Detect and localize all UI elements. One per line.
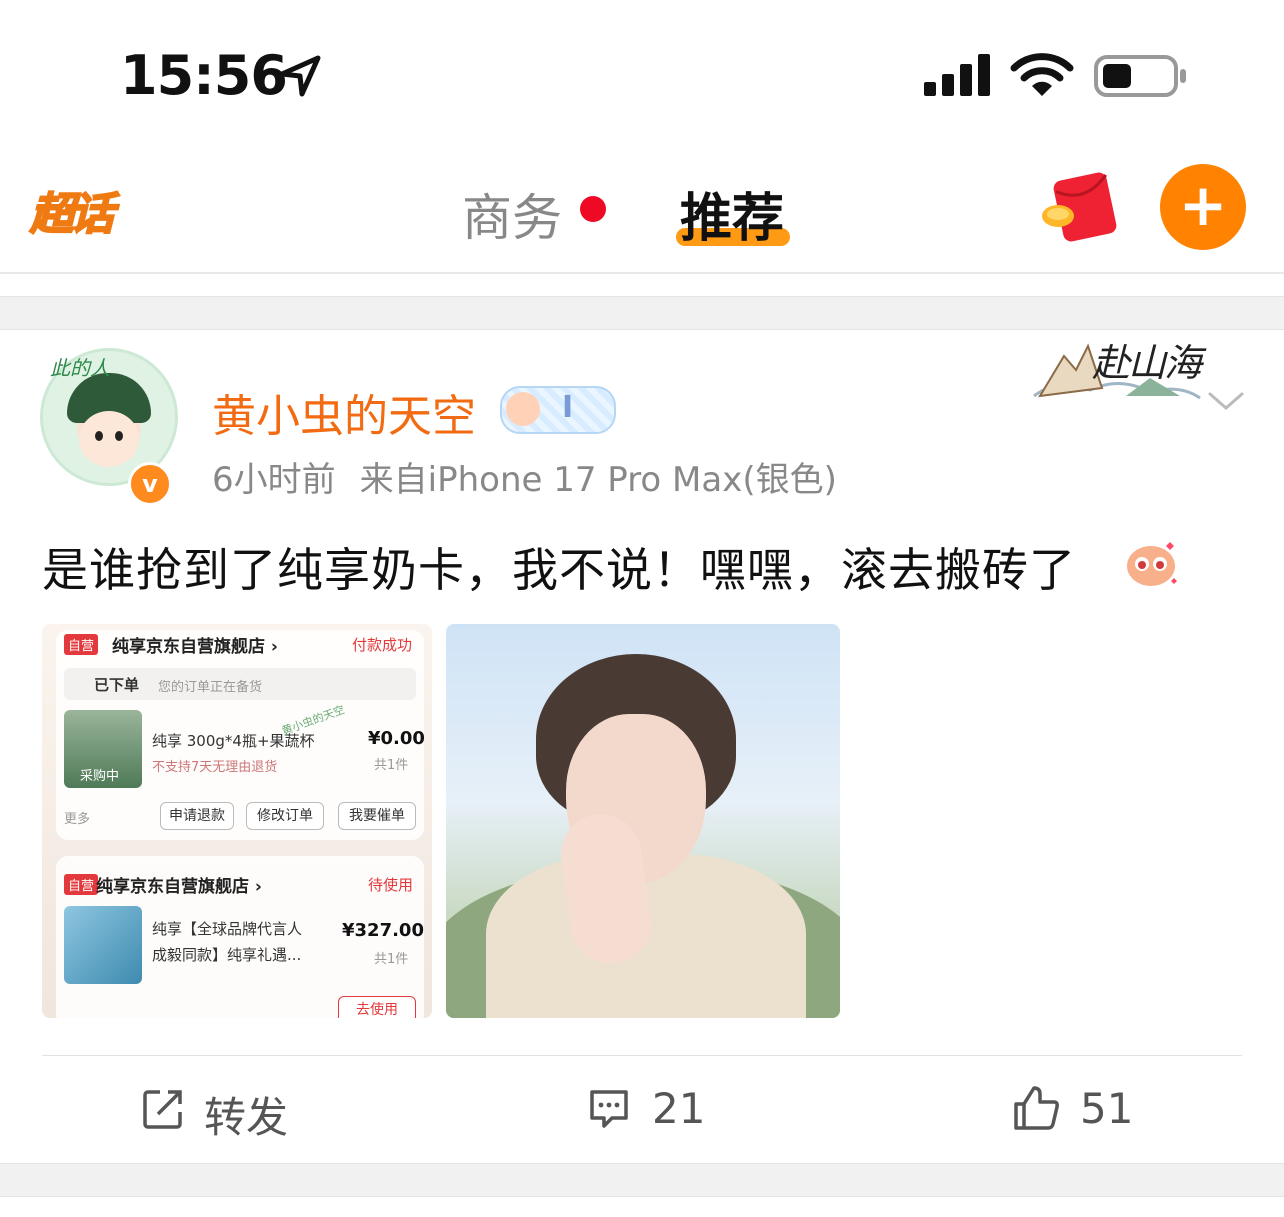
post-image-order-screenshot[interactable]: 自营 纯享京东自营旗舰店 › 付款成功 已下单 您的订单正在备货 采购中 纯享 … [42,624,432,1018]
order-progress-row: 已下单 您的订单正在备货 [64,668,416,700]
urge-order-button: 我要催单 [338,802,416,830]
username[interactable]: 黄小虫的天空 [212,380,476,444]
divider [42,1055,1242,1056]
divider [0,272,1284,274]
shop-name: 纯享京东自营旗舰店 › [96,877,262,897]
tab-recommend[interactable]: 推荐 [680,176,784,251]
chaohua-logo[interactable]: 超话 [29,178,140,241]
like-thumb-icon[interactable] [1012,1084,1060,1132]
repost-icon[interactable] [142,1088,184,1130]
order-placed-label: 已下单 [94,676,140,694]
chevron-down-icon[interactable] [1206,386,1246,416]
product-name-line1: 纯享【全球品牌代言人 [152,920,303,938]
order-card: 自营 纯享京东自营旗舰店 › 待使用 纯享【全球品牌代言人 成毅同款】纯享礼遇.… [56,856,424,1018]
product-note: 不支持7天无理由退货 [152,760,278,775]
status-time: 15:56 [120,44,288,107]
post-text: 是谁抢到了纯享奶卡，我不说！嘿嘿，滚去搬砖了 [42,543,1076,597]
cellular-signal-icon [924,54,992,96]
add-button[interactable]: + [1160,164,1246,250]
post-meta: 6小时前 来自iPhone 17 Pro Max(银色) [212,452,837,501]
comment-count[interactable]: 21 [652,1084,705,1133]
section-separator [0,1163,1284,1197]
decor-logo-text: 赴山海 [1092,341,1202,385]
self-operated-tag: 自营 [64,874,99,895]
product-price: ¥327.00 [342,920,424,941]
modify-order-button: 修改订单 [246,802,324,830]
verified-badge-icon: v [128,462,172,506]
wifi-icon [1010,53,1074,96]
product-name-line2: 成毅同款】纯享礼遇... [152,946,302,964]
comment-icon[interactable] [588,1088,630,1130]
order-note: 您的订单正在备货 [158,680,263,695]
notification-dot [580,196,606,222]
product-qty: 共1件 [374,952,409,967]
red-packet-icon[interactable] [1036,172,1118,242]
like-count[interactable]: 51 [1080,1084,1133,1133]
product-qty: 共1件 [374,758,409,773]
tab-business[interactable]: 商务 [462,178,562,250]
use-button: 去使用 [338,996,416,1018]
product-thumbnail [64,906,142,984]
avatar-frame-text: 此的人 [50,356,110,380]
order-status: 待使用 [368,876,414,894]
card-decoration-logo: 赴山海 [1030,326,1202,406]
more-link: 更多 [64,812,91,827]
order-status: 付款成功 [352,636,413,654]
post-source: 来自iPhone 17 Pro Max(银色) [359,460,837,500]
section-separator [0,296,1284,330]
emoji-sticker-icon [1127,542,1177,586]
self-operated-tag: 自营 [64,634,99,655]
order-card: 自营 纯享京东自营旗舰店 › 付款成功 已下单 您的订单正在备货 采购中 纯享 … [56,630,425,840]
location-arrow-icon [279,55,321,97]
product-price: ¥0.00 [368,728,425,749]
member-badge[interactable]: I [500,386,616,434]
post-image-photo[interactable] [446,624,840,1018]
post-time: 6小时前 [212,460,336,500]
battery-icon [1094,55,1186,97]
product-thumbnail: 采购中 [64,710,142,788]
thumbnail-label: 采购中 [80,769,120,784]
member-badge-text: I [562,390,574,425]
repost-button[interactable]: 转发 [204,1084,288,1145]
shop-name: 纯享京东自营旗舰店 › [112,637,278,657]
refund-button: 申请退款 [160,802,234,830]
